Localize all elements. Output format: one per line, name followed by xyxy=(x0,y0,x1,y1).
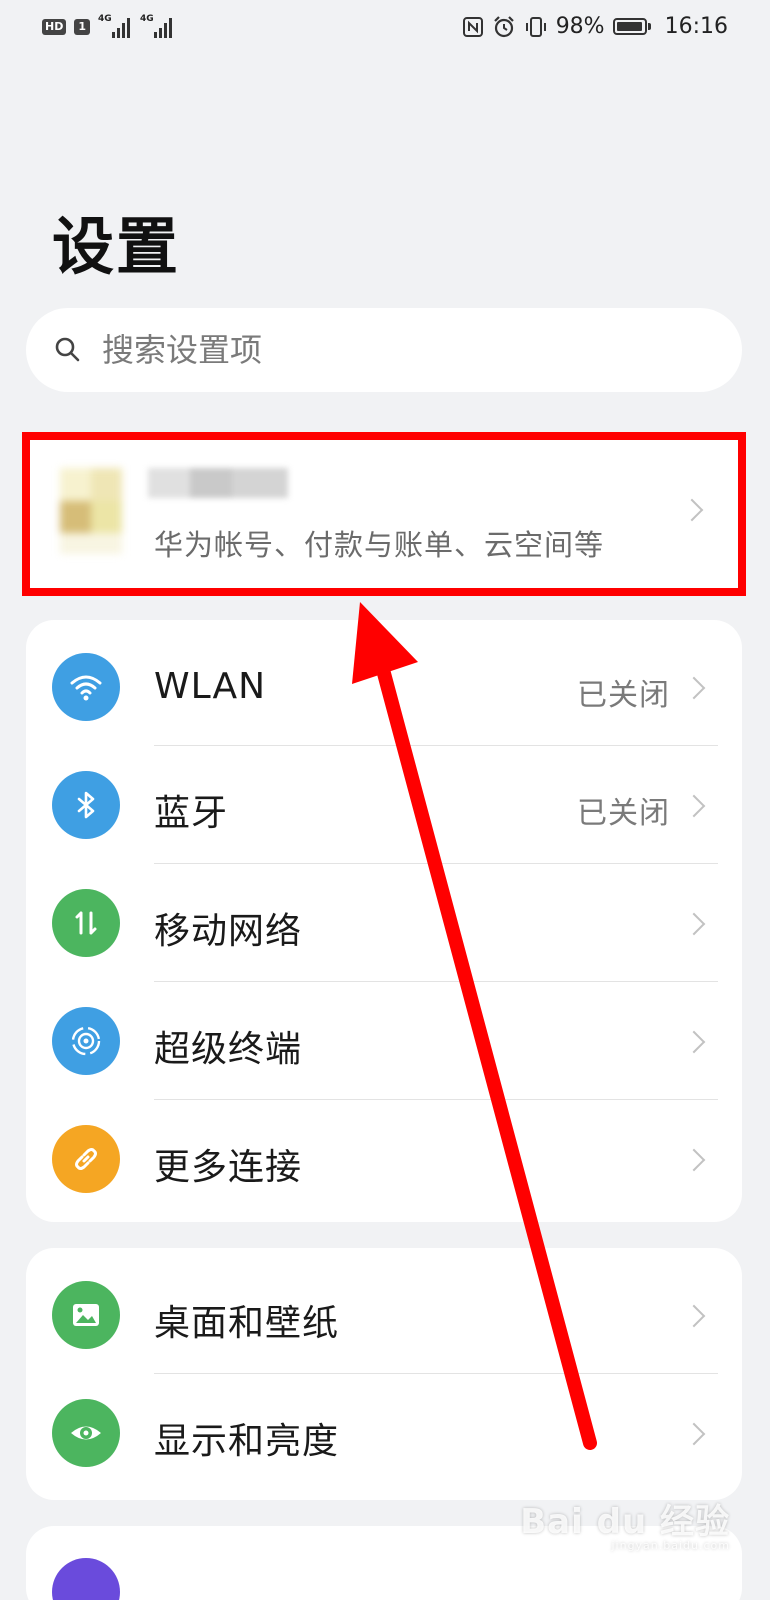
settings-item-bluetooth[interactable]: 蓝牙 已关闭 xyxy=(26,746,742,864)
settings-item-label: 桌面和壁纸 xyxy=(154,1303,340,1344)
chevron-right-icon xyxy=(682,676,706,700)
settings-item-wlan[interactable]: WLAN 已关闭 xyxy=(26,628,742,746)
settings-item-mobile-network[interactable]: 移动网络 xyxy=(26,864,742,982)
display-group: 桌面和壁纸 显示和亮度 xyxy=(26,1248,742,1500)
signal-icon: 4G xyxy=(98,14,132,38)
status-bar-left: HD 1 4G 4G xyxy=(42,14,174,38)
mobile-data-icon xyxy=(52,889,120,957)
account-subtitle: 华为帐号、付款与账单、云空间等 xyxy=(154,528,605,562)
settings-item-label: 显示和亮度 xyxy=(154,1421,340,1462)
status-bar-right: 98% 16:16 xyxy=(462,14,728,39)
account-name-blurred xyxy=(148,468,288,498)
super-device-icon xyxy=(52,1007,120,1075)
status-bar: HD 1 4G 4G 98% 16:16 xyxy=(0,0,770,60)
vibrate-icon xyxy=(525,16,546,37)
nfc-icon xyxy=(462,16,483,37)
network-type-label: 4G xyxy=(98,14,112,24)
chevron-right-icon xyxy=(682,1304,706,1328)
search-bar[interactable] xyxy=(26,308,742,392)
settings-item-more-connections[interactable]: 更多连接 xyxy=(26,1100,742,1218)
chevron-right-icon xyxy=(682,1148,706,1172)
search-input[interactable] xyxy=(100,330,664,370)
signal-icon: 4G xyxy=(140,14,174,38)
wifi-icon xyxy=(52,653,120,721)
sim-badge: 1 xyxy=(74,19,90,35)
settings-item-super-device[interactable]: 超级终端 xyxy=(26,982,742,1100)
connectivity-group: WLAN 已关闭 蓝牙 已关闭 移动网络 超级终端 更多连接 xyxy=(26,620,742,1222)
settings-item-display-brightness[interactable]: 显示和亮度 xyxy=(26,1374,742,1492)
settings-item-label: 蓝牙 xyxy=(154,793,229,834)
chevron-right-icon xyxy=(680,498,704,522)
link-icon xyxy=(52,1125,120,1193)
page-title: 设置 xyxy=(52,210,181,283)
chevron-right-icon xyxy=(682,912,706,936)
settings-item-status: 已关闭 xyxy=(577,796,670,831)
clock: 16:16 xyxy=(664,14,728,39)
settings-item-label: WLAN xyxy=(154,666,267,707)
wallpaper-icon xyxy=(52,1281,120,1349)
watermark-brand: Bai du 经验 xyxy=(520,1502,730,1542)
alarm-icon xyxy=(493,15,514,37)
network-type-label: 4G xyxy=(140,14,154,24)
settings-item-label: 移动网络 xyxy=(154,911,303,952)
avatar xyxy=(60,468,122,554)
settings-item-label: 更多连接 xyxy=(154,1147,303,1188)
purple-settings-icon xyxy=(52,1558,120,1600)
settings-item-status: 已关闭 xyxy=(577,678,670,713)
eye-icon xyxy=(52,1399,120,1467)
settings-screen: HD 1 4G 4G 98% 16:16 设置 搜索设置项 华为帐号、付款与账单… xyxy=(0,0,770,1600)
account-card[interactable]: 华为帐号、付款与账单、云空间等 xyxy=(26,432,742,588)
chevron-right-icon xyxy=(682,794,706,818)
battery-icon xyxy=(612,18,651,35)
battery-percent: 98% xyxy=(555,14,605,39)
watermark: Bai du 经验 jingyan.baidu.com xyxy=(520,1494,730,1552)
settings-item-label: 超级终端 xyxy=(154,1029,303,1070)
settings-item-home-wallpaper[interactable]: 桌面和壁纸 xyxy=(26,1256,742,1374)
chevron-right-icon xyxy=(682,1422,706,1446)
search-icon xyxy=(55,337,80,362)
hd-badge: HD xyxy=(42,19,67,35)
chevron-right-icon xyxy=(682,1030,706,1054)
bluetooth-icon xyxy=(52,771,120,839)
